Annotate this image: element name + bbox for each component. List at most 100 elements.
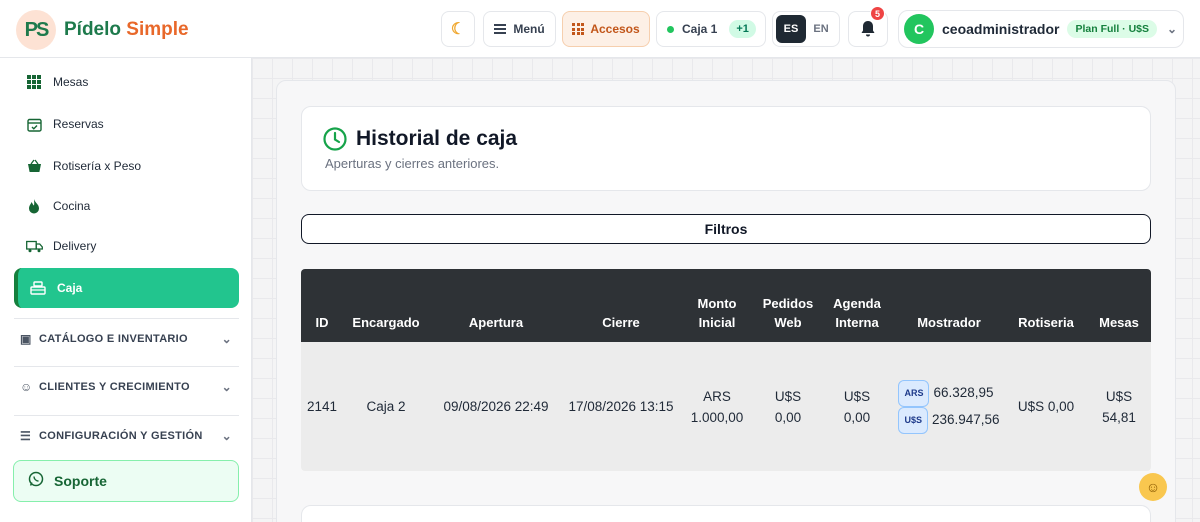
cell-mesas: U$S 54,81 — [1087, 342, 1151, 471]
sliders-icon: ☰ — [20, 429, 32, 443]
sidebar-item-delivery[interactable]: Delivery — [14, 226, 239, 266]
app-logo[interactable]: PS Pídelo Simple — [16, 10, 189, 50]
mesas-value: U$S 54,81 — [1102, 388, 1136, 425]
cell-id: 2141 — [301, 342, 343, 471]
sidebar-item-label: Mesas — [53, 75, 89, 89]
chevron-down-icon: ⌄ — [221, 429, 232, 443]
cell-mostrador: ARS 66.328,95 U$S 236.947,56 — [893, 342, 1005, 471]
support-button[interactable]: Soporte — [13, 460, 239, 502]
mostrador-values: ARS 66.328,95 U$S 236.947,56 — [898, 379, 1000, 434]
app-name-first: Pídelo — [64, 19, 122, 40]
truck-icon — [25, 240, 43, 253]
page-header-card: Historial de caja Aperturas y cierres an… — [301, 106, 1151, 191]
cell-encargado: Caja 2 — [343, 342, 429, 471]
cell-agenda-interna: U$S 0,00 — [821, 342, 893, 471]
currency-badge: U$S — [898, 406, 928, 434]
hamburger-icon — [494, 22, 507, 37]
mostrador-ars-value: 66.328,95 — [933, 384, 994, 400]
lang-en-button[interactable]: EN — [806, 23, 836, 35]
sidebar-item-rotiseria[interactable]: Rotisería x Peso — [14, 146, 239, 186]
chevron-down-icon: ⌄ — [221, 332, 232, 346]
box-icon: ▣ — [20, 332, 32, 346]
chevron-down-icon: ⌄ — [221, 380, 232, 394]
column-header: ID — [301, 269, 343, 342]
app-name: Pídelo Simple — [64, 19, 189, 41]
pagination-card — [301, 505, 1151, 522]
column-header: Rotiseria — [1005, 269, 1087, 342]
page-title: Historial de caja — [356, 127, 518, 150]
sidebar-item-reservas[interactable]: Reservas — [14, 104, 239, 144]
bell-icon — [861, 21, 875, 37]
cash-register-icon — [29, 281, 47, 295]
cell-cierre: 17/08/2026 13:15 — [563, 342, 679, 471]
language-switcher: ES EN — [772, 11, 840, 47]
mostrador-usd-line: U$S 236.947,56 — [898, 406, 1000, 434]
theme-toggle-button[interactable]: ☾ — [441, 11, 475, 47]
app-name-second: Simple — [126, 19, 189, 40]
column-header: Mesas — [1087, 269, 1151, 342]
section-configuracion[interactable]: ☰ CONFIGURACIÓN Y GESTIÓN ⌄ — [20, 423, 232, 449]
chevron-down-icon: ⌄ — [1167, 22, 1178, 36]
column-header: Apertura — [429, 269, 563, 342]
divider — [14, 415, 239, 416]
accesos-button-label: Accesos — [590, 22, 640, 36]
users-icon: ☺ — [20, 380, 33, 394]
accesos-button[interactable]: Accesos — [562, 11, 650, 47]
page-subtitle: Aperturas y cierres anteriores. — [325, 156, 500, 171]
sidebar-item-label: Delivery — [53, 239, 97, 253]
main-content: Historial de caja Aperturas y cierres an… — [252, 58, 1200, 522]
cell-pedidos-web: U$S 0,00 — [755, 342, 821, 471]
menu-button[interactable]: Menú — [483, 11, 556, 47]
section-label: CATÁLOGO E INVENTARIO — [39, 333, 188, 345]
notification-count-badge: 5 — [870, 6, 885, 21]
support-label: Soporte — [54, 473, 107, 489]
history-table: ID Encargado Apertura Cierre Monto Inici… — [301, 269, 1151, 471]
notifications-button[interactable]: 5 — [848, 6, 888, 47]
plan-badge: Plan Full · U$S — [1067, 20, 1157, 38]
calendar-check-icon — [25, 117, 43, 132]
sidebar: Mesas Reservas Rotisería x Peso Cocina D… — [0, 58, 252, 522]
section-clientes[interactable]: ☺ CLIENTES Y CRECIMIENTO ⌄ — [20, 374, 232, 400]
whatsapp-icon — [28, 471, 44, 491]
table-header-row: ID Encargado Apertura Cierre Monto Inici… — [301, 269, 1151, 342]
pedidos-web-value: U$S 0,00 — [774, 388, 802, 425]
mostrador-ars-line: ARS 66.328,95 — [898, 379, 999, 407]
monto-inicial-value: ARS 1.000,00 — [690, 388, 744, 425]
sidebar-item-mesas[interactable]: Mesas — [14, 62, 239, 102]
flame-icon — [25, 198, 43, 214]
column-header: Encargado — [343, 269, 429, 342]
history-clock-icon — [323, 127, 347, 151]
table-row[interactable]: 2141 Caja 2 09/08/2026 22:49 17/08/2026 … — [301, 342, 1151, 471]
basket-icon — [25, 159, 43, 173]
sidebar-item-label: Cocina — [53, 199, 91, 213]
section-catalogo[interactable]: ▣ CATÁLOGO E INVENTARIO ⌄ — [20, 326, 232, 352]
divider — [14, 318, 239, 319]
currency-badge: ARS — [898, 379, 930, 407]
filters-toggle-button[interactable]: Filtros — [301, 214, 1151, 244]
column-header: Monto Inicial — [679, 269, 755, 342]
section-label: CLIENTES Y CRECIMIENTO — [39, 381, 190, 393]
sidebar-item-label: Reservas — [53, 117, 104, 131]
cell-rotiseria: U$S 0,00 — [1005, 342, 1087, 471]
user-menu-button[interactable]: C ceoadministrador Plan Full · U$S ⌄ — [898, 10, 1184, 48]
menu-button-label: Menú — [513, 22, 545, 36]
apps-grid-icon — [572, 23, 585, 35]
sidebar-item-cocina[interactable]: Cocina — [14, 186, 239, 226]
moon-icon: ☾ — [450, 21, 466, 38]
top-bar: PS Pídelo Simple ☾ Menú Accesos Caja 1 +… — [0, 0, 1200, 58]
sidebar-item-label: Rotisería x Peso — [53, 159, 142, 173]
lang-es-button[interactable]: ES — [776, 15, 806, 43]
avatar: C — [904, 14, 934, 44]
cell-monto-inicial: ARS 1.000,00 — [679, 342, 755, 471]
sidebar-item-label: Caja — [57, 281, 83, 295]
caja-selector-button[interactable]: Caja 1 +1 — [656, 11, 766, 47]
mostrador-usd-value: 236.947,56 — [931, 411, 1000, 427]
sidebar-item-caja[interactable]: Caja — [14, 268, 239, 308]
column-header: Cierre — [563, 269, 679, 342]
caja-count-badge: +1 — [729, 20, 756, 38]
help-emoji-icon[interactable]: ☺ — [1139, 473, 1167, 501]
status-dot-icon — [667, 25, 674, 33]
logo-mark: PS — [16, 10, 56, 50]
username: ceoadministrador — [942, 21, 1060, 37]
column-header: Agenda Interna — [821, 269, 893, 342]
